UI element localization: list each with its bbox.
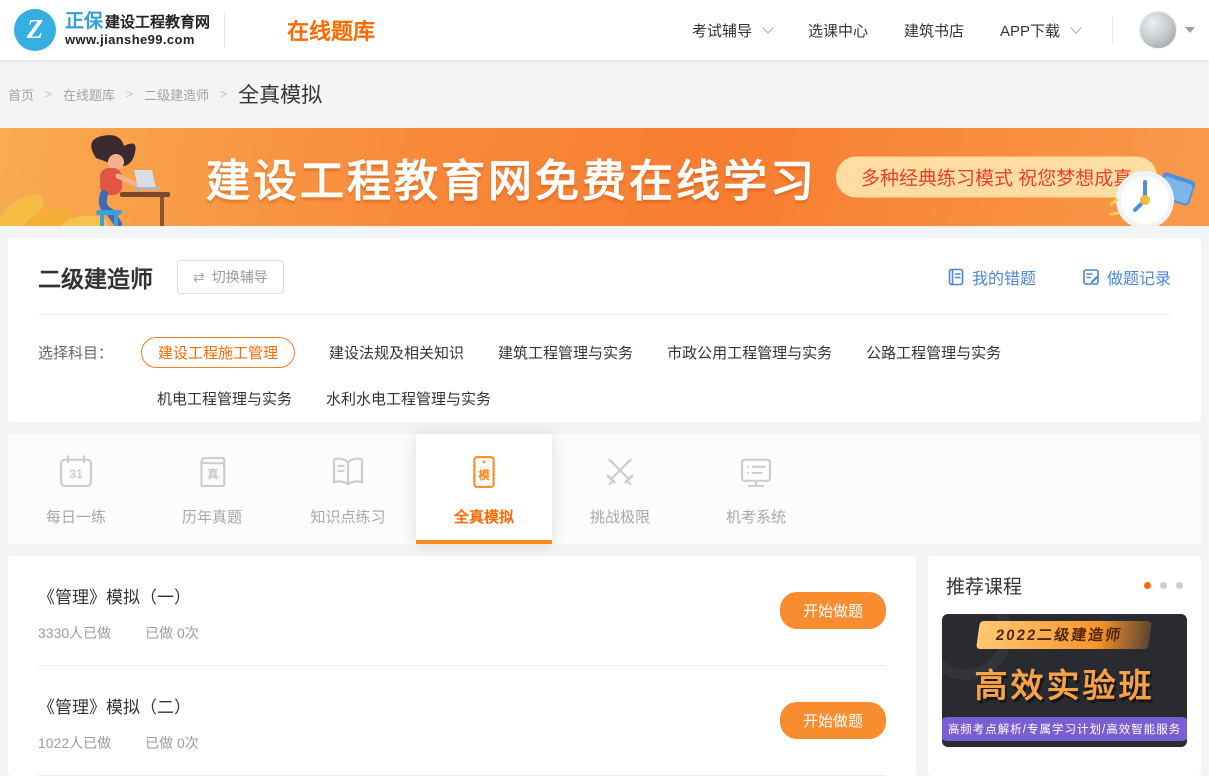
brand-url: www.jianshe99.com: [65, 32, 210, 49]
my-mistakes-link[interactable]: 我的错题: [947, 265, 1036, 289]
exam-title: 《管理》模拟（二）: [38, 693, 886, 718]
svg-text:模: 模: [478, 468, 490, 482]
nav-item-app-download[interactable]: APP下载: [1000, 20, 1080, 41]
promo-features: 高频考点解析/专属学习计划/高效智能服务: [942, 717, 1187, 741]
subject-construction-management[interactable]: 建设工程施工管理: [141, 337, 295, 368]
tab-challenge-limit[interactable]: 挑战极限: [552, 434, 688, 544]
recommended-courses-panel: 推荐课程 2022二级建造师 高效实验班 高频考点解析/专属学习计划/高效智能服…: [928, 556, 1201, 776]
carousel-dot[interactable]: [1160, 582, 1167, 589]
answer-records-label: 做题记录: [1107, 265, 1171, 289]
tab-label: 机考系统: [726, 506, 786, 527]
monitor-icon: [735, 451, 777, 493]
tab-daily-practice[interactable]: 31 每日一练: [8, 434, 144, 544]
switch-coaching-button[interactable]: ⇄ 切换辅导: [177, 260, 284, 294]
mock-calendar-icon: 模: [463, 451, 505, 493]
svg-text:真: 真: [207, 467, 219, 481]
answer-records-link[interactable]: 做题记录: [1082, 265, 1171, 289]
banner-headline: 建设工程教育网免费在线学习: [206, 145, 817, 209]
promo-headline: 高效实验班: [975, 659, 1155, 707]
exam-title: 《管理》模拟（一）: [38, 583, 886, 608]
mock-exam-list: 《管理》模拟（一） 3330人已做 已做 0次 开始做题 《管理》模拟（二） 1…: [8, 556, 916, 776]
list-item: 《管理》模拟（一） 3330人已做 已做 0次 开始做题: [38, 556, 886, 665]
carousel-dots: [1144, 582, 1183, 589]
clock-book-illustration: [1107, 158, 1199, 226]
top-nav: 考试辅导 选课中心 建筑书店 APP下载: [656, 11, 1195, 49]
carousel-dot[interactable]: [1176, 582, 1183, 589]
start-exam-button[interactable]: 开始做题: [780, 592, 886, 629]
start-exam-button[interactable]: 开始做题: [780, 702, 886, 739]
exam-people-count: 1022人已做: [38, 733, 111, 753]
notebook-icon: [947, 268, 965, 286]
breadcrumb-separator: >: [126, 87, 133, 101]
course-title: 二级建造师: [38, 260, 153, 294]
tab-label: 全真模拟: [454, 506, 514, 527]
breadcrumb-current: 全真模拟: [238, 79, 322, 109]
nav-label: 考试辅导: [692, 20, 752, 41]
tab-past-exams[interactable]: 真 历年真题: [144, 434, 280, 544]
tab-full-mock[interactable]: 模 全真模拟: [416, 434, 552, 544]
subject-mechanical-practice[interactable]: 机电工程管理与实务: [157, 383, 292, 414]
switch-coaching-label: 切换辅导: [212, 267, 268, 287]
site-logo[interactable]: Z 正保建设工程教育网 www.jianshe99.com: [14, 9, 210, 51]
record-pencil-icon: [1082, 268, 1100, 286]
tab-label: 知识点练习: [310, 506, 385, 527]
brand-secondary: 建设工程教育网: [105, 14, 210, 31]
nav-label: 选课中心: [808, 20, 868, 41]
svg-text:31: 31: [69, 467, 83, 481]
breadcrumb-question-bank[interactable]: 在线题库: [63, 85, 115, 104]
course-panel: 二级建造师 ⇄ 切换辅导 我的错题: [8, 238, 1201, 422]
user-avatar[interactable]: [1139, 11, 1177, 49]
calendar-31-icon: 31: [55, 451, 97, 493]
subject-water-practice[interactable]: 水利水电工程管理与实务: [326, 383, 491, 414]
promo-badge: 2022二级建造师: [976, 621, 1152, 649]
subject-municipal-practice[interactable]: 市政公用工程管理与实务: [667, 337, 832, 368]
nav-label: 建筑书店: [904, 20, 964, 41]
nav-item-exam-coaching[interactable]: 考试辅导: [692, 20, 772, 41]
tab-label: 每日一练: [46, 506, 106, 527]
tab-label: 挑战极限: [590, 506, 650, 527]
brand-primary: 正保: [65, 11, 103, 32]
header-divider: [224, 13, 225, 47]
tab-computer-exam-system[interactable]: 机考系统: [688, 434, 824, 544]
chevron-down-icon: [1070, 22, 1081, 33]
chevron-down-icon: [762, 22, 773, 33]
exam-attempts: 已做 0次: [145, 733, 199, 753]
subject-select-label: 选择科目：: [38, 337, 113, 414]
nav-divider: [1112, 17, 1113, 43]
nav-label: APP下载: [1000, 20, 1060, 41]
list-item: 《管理》模拟（二） 1022人已做 已做 0次 开始做题: [38, 666, 886, 775]
logo-text: 正保建设工程教育网 www.jianshe99.com: [65, 11, 210, 50]
page-title: 在线题库: [287, 14, 375, 46]
tab-knowledge-points[interactable]: 知识点练习: [280, 434, 416, 544]
my-mistakes-label: 我的错题: [972, 265, 1036, 289]
avatar-caret-icon[interactable]: [1185, 27, 1195, 33]
book-icon: 真: [191, 451, 233, 493]
swap-icon: ⇄: [193, 269, 205, 286]
subject-building-practice[interactable]: 建筑工程管理与实务: [498, 337, 633, 368]
nav-item-course-center[interactable]: 选课中心: [808, 20, 868, 41]
open-book-icon: [327, 451, 369, 493]
practice-mode-tabs: 31 每日一练 真 历年真题 知识点练习: [8, 434, 1201, 544]
subject-regulations[interactable]: 建设法规及相关知识: [329, 337, 464, 368]
banner-illustration: [0, 128, 210, 226]
breadcrumb-separator: >: [45, 87, 52, 101]
exam-people-count: 3330人已做: [38, 623, 111, 643]
course-promo-card[interactable]: 2022二级建造师 高效实验班 高频考点解析/专属学习计划/高效智能服务: [942, 614, 1187, 747]
recommended-courses-title: 推荐课程: [946, 572, 1022, 599]
breadcrumb-level2-constructor[interactable]: 二级建造师: [144, 85, 209, 104]
tab-label: 历年真题: [182, 506, 242, 527]
logo-z-icon: Z: [14, 9, 56, 51]
exam-attempts: 已做 0次: [145, 623, 199, 643]
breadcrumb: 首页 > 在线题库 > 二级建造师 > 全真模拟: [0, 60, 1209, 128]
subject-highway-practice[interactable]: 公路工程管理与实务: [866, 337, 1001, 368]
top-header: Z 正保建设工程教育网 www.jianshe99.com 在线题库 考试辅导 …: [0, 0, 1209, 60]
carousel-dot[interactable]: [1144, 582, 1151, 589]
nav-item-bookstore[interactable]: 建筑书店: [904, 20, 964, 41]
breadcrumb-home[interactable]: 首页: [8, 85, 34, 104]
breadcrumb-separator: >: [220, 87, 227, 101]
promo-banner[interactable]: 建设工程教育网免费在线学习 多种经典练习模式 祝您梦想成真: [0, 128, 1209, 226]
crossed-swords-icon: [599, 451, 641, 493]
